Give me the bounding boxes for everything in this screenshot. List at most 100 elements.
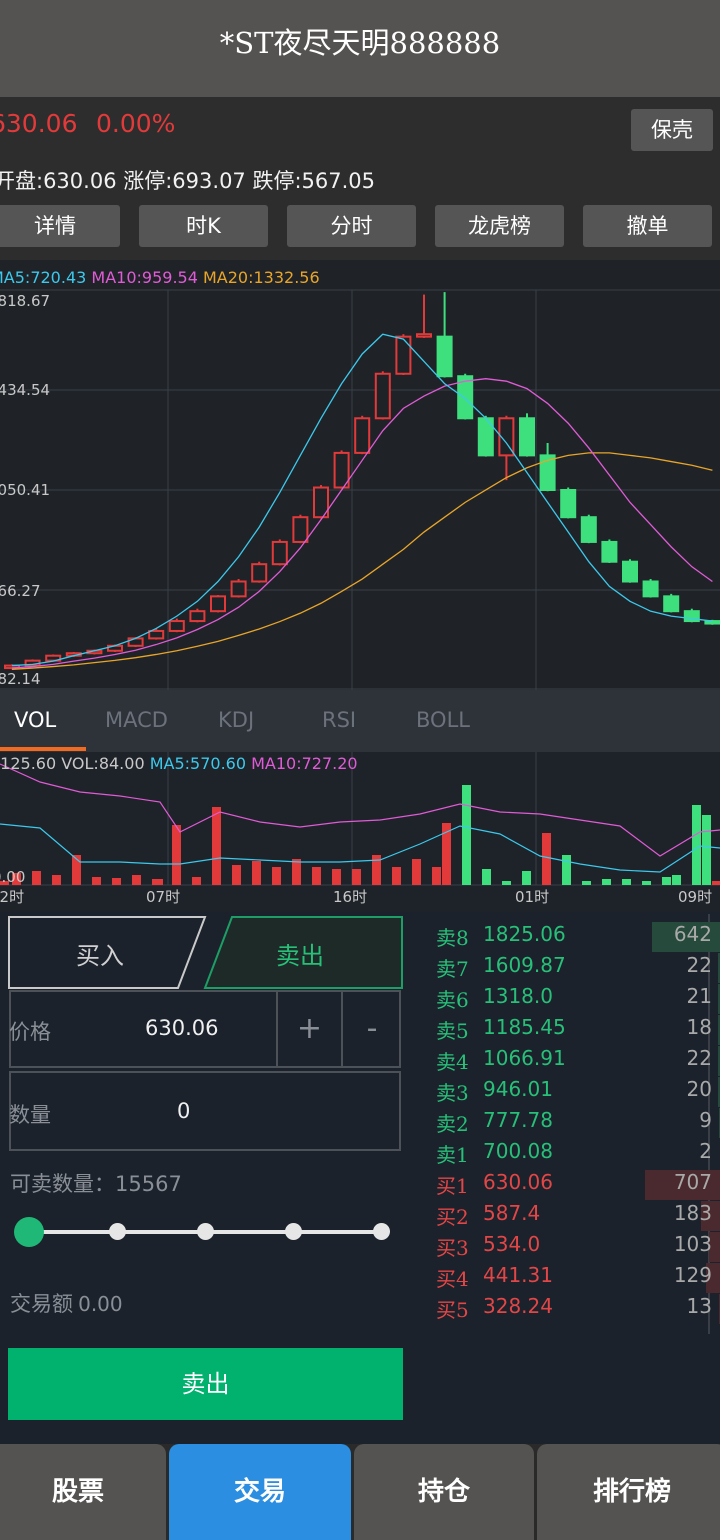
- price-input[interactable]: 630.06: [145, 1016, 218, 1040]
- volume-bar: [132, 875, 141, 885]
- quantity-label: 数量: [9, 1103, 51, 1127]
- bid-row[interactable]: 买1 630.06 707: [436, 1170, 720, 1201]
- price-minus-button[interactable]: -: [343, 992, 401, 1066]
- bid-row[interactable]: 买4 441.31 129: [436, 1263, 720, 1294]
- volume-bars: [0, 785, 720, 885]
- volume-bar: [562, 855, 571, 885]
- level-quantity: 18: [686, 1015, 712, 1039]
- volume-svg: 0.00 22时 07时 16时 01时 09时: [0, 752, 720, 906]
- time-label: 16时: [333, 888, 367, 906]
- vol-ma10-line: [0, 763, 720, 857]
- level-quantity: 22: [686, 953, 712, 977]
- candle-body: [271, 540, 288, 566]
- tab-boll[interactable]: BOLL: [416, 708, 470, 732]
- shell-protect-button[interactable]: 保壳: [631, 109, 713, 151]
- trade-panel: 买入 卖出 价格 630.06 + - 数量 0 可卖数量：15567 交易额 …: [0, 912, 720, 1422]
- vol-ma5-value: MA5:570.60: [149, 754, 247, 773]
- ask-row[interactable]: 卖8 1825.06 642: [436, 922, 720, 953]
- level-price: 777.78: [483, 1108, 553, 1132]
- candle-body: [354, 417, 371, 454]
- submit-sell-button[interactable]: 卖出: [8, 1348, 403, 1420]
- tab-intraday[interactable]: 分时: [287, 205, 416, 247]
- quantity-box: 数量 0: [9, 1071, 401, 1151]
- candle-body: [374, 372, 391, 420]
- nav-positions[interactable]: 持仓: [354, 1444, 534, 1540]
- candle-body: [168, 620, 185, 632]
- ask-row[interactable]: 卖5 1185.45 18: [436, 1015, 720, 1046]
- volume-bar: [192, 877, 201, 885]
- level-name: 卖8: [436, 926, 469, 950]
- stock-tab-buttons: 详情 时K 分时 龙虎榜 撤单: [0, 205, 720, 247]
- price-tick: 1818.67: [0, 292, 50, 310]
- available-quantity: 可卖数量：15567: [10, 1172, 182, 1196]
- active-tab-underline: [0, 747, 86, 751]
- bid-row[interactable]: 买3 534.0 103: [436, 1232, 720, 1263]
- quantity-input[interactable]: 0: [177, 1099, 190, 1123]
- nav-trade[interactable]: 交易: [169, 1444, 351, 1540]
- price-tick: 1050.41: [0, 481, 50, 499]
- ask-row[interactable]: 卖6 1318.0 21: [436, 984, 720, 1015]
- level-quantity: 129: [673, 1263, 712, 1287]
- level-quantity: 183: [673, 1201, 712, 1225]
- level-price: 441.31: [483, 1263, 553, 1287]
- volume-legend: 1125.60 VOL:84.00 MA5:570.60 MA10:727.20: [0, 754, 358, 773]
- tab-rsi[interactable]: RSI: [322, 708, 356, 732]
- price-plus-button[interactable]: +: [278, 992, 341, 1066]
- tab-vol[interactable]: VOL: [14, 708, 56, 732]
- slider-tick[interactable]: [197, 1223, 214, 1240]
- level-price: 1066.91: [483, 1046, 566, 1070]
- ask-row[interactable]: 卖2 777.78 9: [436, 1108, 720, 1139]
- volume-bar: [702, 815, 711, 885]
- price-label: 价格: [9, 1020, 51, 1044]
- trade-amount: 交易额 0.00: [10, 1288, 123, 1318]
- volume-bar: [272, 867, 281, 885]
- ask-row[interactable]: 卖3 946.01 20: [436, 1077, 720, 1108]
- level-price: 1318.0: [483, 984, 553, 1008]
- tab-hour-k[interactable]: 时K: [139, 205, 268, 247]
- volume-bar: [482, 869, 491, 885]
- ask-row[interactable]: 卖7 1609.87 22: [436, 953, 720, 984]
- vol-ma10-value: MA10:727.20: [251, 754, 358, 773]
- buy-tab[interactable]: 买入: [76, 936, 124, 971]
- candlestick-chart[interactable]: 1818.67 1434.54 1050.41 666.27 282.14: [0, 260, 720, 690]
- vol-ma5-line: [0, 823, 720, 873]
- volume-bar: [332, 869, 341, 885]
- level-price: 534.0: [483, 1232, 541, 1256]
- volume-bar: [662, 877, 671, 885]
- volume-bar: [602, 879, 611, 885]
- bid-row[interactable]: 买2 587.4 183: [436, 1201, 720, 1232]
- volume-bar: [692, 805, 701, 885]
- level-name: 买3: [436, 1236, 469, 1260]
- tab-macd[interactable]: MACD: [105, 708, 168, 732]
- level-name: 卖2: [436, 1112, 469, 1136]
- tab-cancel-order[interactable]: 撤单: [583, 205, 712, 247]
- level-name: 卖5: [436, 1019, 469, 1043]
- nav-stocks[interactable]: 股票: [0, 1444, 166, 1540]
- ask-row[interactable]: 卖4 1066.91 22: [436, 1046, 720, 1077]
- candle-body: [560, 488, 577, 519]
- level-quantity: 2: [699, 1139, 712, 1163]
- current-price: 630.06: [0, 109, 78, 138]
- volume-bar: [112, 878, 121, 885]
- tab-dragon-tiger[interactable]: 龙虎榜: [435, 205, 564, 247]
- slider-tick[interactable]: [109, 1223, 126, 1240]
- candle-body: [642, 580, 659, 598]
- level-name: 买5: [436, 1298, 469, 1322]
- tab-kdj[interactable]: KDJ: [218, 708, 254, 732]
- slider-tick[interactable]: [373, 1223, 390, 1240]
- volume-bar: [712, 881, 720, 885]
- level-price: 1185.45: [483, 1015, 566, 1039]
- tab-details[interactable]: 详情: [0, 205, 120, 247]
- sell-tab[interactable]: 卖出: [276, 936, 324, 971]
- bid-row[interactable]: 买5 328.24 13: [436, 1294, 720, 1325]
- candle-body: [210, 595, 226, 613]
- quantity-slider-thumb[interactable]: [14, 1217, 44, 1247]
- level-price: 1825.06: [483, 922, 566, 946]
- nav-leaderboard[interactable]: 排行榜: [537, 1444, 720, 1540]
- indicator-tabs: VOL MACD KDJ RSI BOLL: [0, 690, 720, 752]
- candle-body: [663, 595, 680, 613]
- level-quantity: 103: [673, 1232, 712, 1256]
- ask-row[interactable]: 卖1 700.08 2: [436, 1139, 720, 1170]
- slider-tick[interactable]: [285, 1223, 302, 1240]
- candle-body: [251, 563, 268, 583]
